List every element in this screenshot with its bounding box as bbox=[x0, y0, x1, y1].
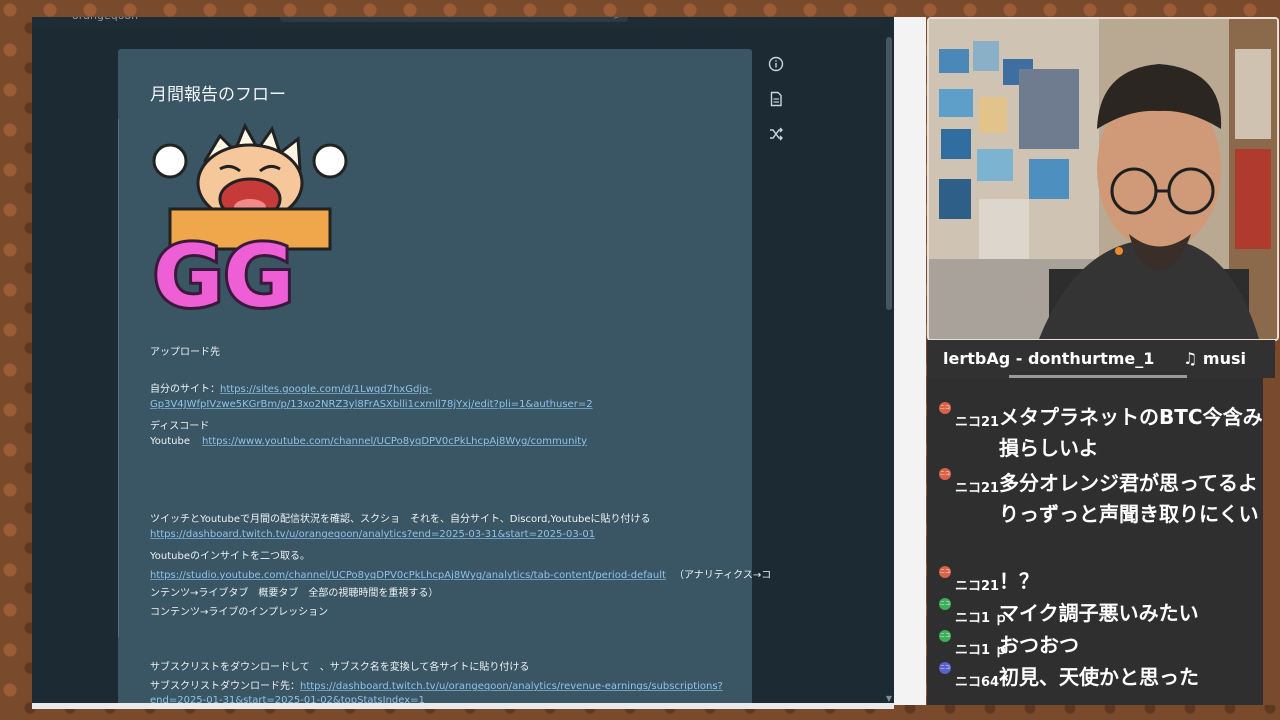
youtube-insight-text: Youtubeのインサイトを二つ取る。 bbox=[150, 551, 310, 562]
subscriptions-link[interactable]: https://dashboard.twitch.tv/u/orangeqoon… bbox=[300, 681, 723, 692]
now-playing-track: lertbAg - donthurtme_1 bbox=[943, 349, 1155, 368]
chat-username: ニコ21 bbox=[955, 481, 1000, 496]
chat-message: ニコ ニコ1 ｐ おつおつ bbox=[939, 630, 1259, 662]
chat-text: 初見、天使かと思った bbox=[999, 665, 1199, 689]
window-gap bbox=[894, 17, 926, 705]
chat-text: おつおつ bbox=[999, 633, 1079, 657]
chat-message: ニコ ニコ21 多分オレンジ君が思ってるよりっずっと声聞き取りにくい bbox=[939, 468, 1259, 564]
page-title: 月間報告のフロー bbox=[150, 85, 286, 105]
now-playing-music-label: ♫ musi bbox=[1183, 349, 1246, 368]
youtube-studio-link[interactable]: https://studio.youtube.com/channel/UCPo8… bbox=[150, 570, 666, 581]
own-site-link-2[interactable]: Gp3V4JWfpIVzwe5KGrBm/p/13xo2NRZ3yl8FrASX… bbox=[150, 399, 593, 410]
subscription-download-line: サブスクリストダウンロード先：https://dashboard.twitch.… bbox=[150, 677, 723, 692]
document-page: 月間報告のフロー GG アップロード先 自分のサイト：https://sites… bbox=[118, 49, 771, 705]
studio-note: （アナリティクス→コ bbox=[673, 570, 772, 581]
app-top-bar: orangeqoon ⌕ bbox=[32, 17, 894, 25]
chat-message: ニコ ニコ21 メタプラネットのBTC今含み損らしいよ bbox=[939, 402, 1263, 466]
chat-message: ニコ ニコ1 ｐ マイク調子悪いみたい bbox=[939, 598, 1259, 630]
twitch-analytics-link[interactable]: https://dashboard.twitch.tv/u/orangeqoon… bbox=[150, 529, 595, 540]
own-site-link[interactable]: https://sites.google.com/d/1Lwqd7hxGdjq- bbox=[220, 384, 432, 395]
window-bottom-strip bbox=[32, 703, 894, 709]
youtube-label: Youtube bbox=[150, 436, 190, 447]
chat-username: ニコ21 bbox=[955, 579, 1000, 594]
search-bar[interactable] bbox=[280, 17, 628, 22]
own-site-label: 自分のサイト： bbox=[150, 384, 220, 395]
studio-note-cont: ンテンツ→ライブタブ 概要タブ 全部の視聴時間を重視する） bbox=[150, 588, 439, 599]
youtube-community-link[interactable]: https://www.youtube.com/channel/UCPo8yqD… bbox=[202, 436, 587, 447]
sticker-gg-text: GG bbox=[153, 227, 294, 321]
chat-badge-icon: ニコ bbox=[939, 598, 951, 610]
scroll-down-arrow-icon[interactable]: ▼ bbox=[886, 694, 892, 703]
info-icon[interactable] bbox=[767, 55, 785, 73]
chat-message: ニコ ニコ64 初見、天使かと思った bbox=[939, 662, 1259, 694]
upload-heading: アップロード先 bbox=[150, 347, 220, 358]
chat-badge-icon: ニコ bbox=[939, 630, 951, 642]
webcam-feed-image bbox=[927, 17, 1279, 341]
chat-text: ！？ bbox=[999, 569, 1039, 593]
twitch-analytics-line: https://dashboard.twitch.tv/u/orangeqoon… bbox=[150, 529, 595, 540]
own-site-line: 自分のサイト：https://sites.google.com/d/1Lwqd7… bbox=[150, 380, 432, 395]
note-app-window: orangeqoon ⌕ 月間報告のフロー GG アップロード先 自分のサイ bbox=[32, 17, 894, 705]
scrollbar-track[interactable]: ▼ bbox=[884, 17, 894, 705]
studio-line: https://studio.youtube.com/channel/UCPo8… bbox=[150, 566, 771, 581]
chat-badge-icon: ニコ bbox=[939, 566, 951, 578]
subscription-instruction: サブスクリストをダウンロードして 、サブスク名を変換して各サイトに貼り付ける bbox=[150, 662, 530, 673]
discord-label: ディスコード bbox=[150, 421, 210, 432]
chat-badge-icon: ニコ bbox=[939, 468, 951, 480]
document-icon[interactable] bbox=[767, 90, 785, 108]
content-live-text: コンテンツ→ライブのインプレッション bbox=[150, 607, 329, 618]
side-toolbar bbox=[767, 55, 787, 160]
site-name[interactable]: orangeqoon bbox=[72, 17, 138, 22]
shuffle-icon[interactable] bbox=[767, 125, 785, 143]
chat-text: メタプラネットのBTC今含み損らしいよ bbox=[999, 405, 1263, 460]
chat-message: ニコ ニコ21 ！？ bbox=[939, 566, 1259, 598]
chat-badge-icon: ニコ bbox=[939, 402, 951, 414]
sub-download-label: サブスクリストダウンロード先： bbox=[150, 681, 300, 692]
chat-panel: ニコ ニコ21 メタプラネットのBTC今含み損らしいよ ニコ ニコ21 多分オレ… bbox=[927, 378, 1263, 705]
search-icon[interactable]: ⌕ bbox=[614, 17, 620, 22]
left-rule bbox=[118, 119, 119, 637]
gg-sticker-image: GG bbox=[150, 122, 348, 321]
background-edge bbox=[1263, 378, 1280, 705]
chat-badge-icon: ニコ bbox=[939, 662, 951, 674]
youtube-line: Youtube https://www.youtube.com/channel/U… bbox=[150, 436, 587, 447]
chat-text: 多分オレンジ君が思ってるよりっずっと声聞き取りにくい bbox=[999, 471, 1259, 526]
chat-username: ニコ64 bbox=[955, 675, 1000, 690]
monthly-instruction: ツイッチとYoutubeで月間の配信状況を確認、スクショ それを、自分サイト、D… bbox=[150, 514, 651, 525]
chat-username: ニコ21 bbox=[955, 415, 1000, 430]
scrollbar-thumb[interactable] bbox=[886, 37, 892, 310]
now-playing-bar: lertbAg - donthurtme_1 ♫ musi bbox=[927, 340, 1275, 378]
chat-text: マイク調子悪いみたい bbox=[999, 601, 1199, 625]
own-site-link-cont[interactable]: Gp3V4JWfpIVzwe5KGrBm/p/13xo2NRZ3yl8FrASX… bbox=[150, 399, 593, 410]
